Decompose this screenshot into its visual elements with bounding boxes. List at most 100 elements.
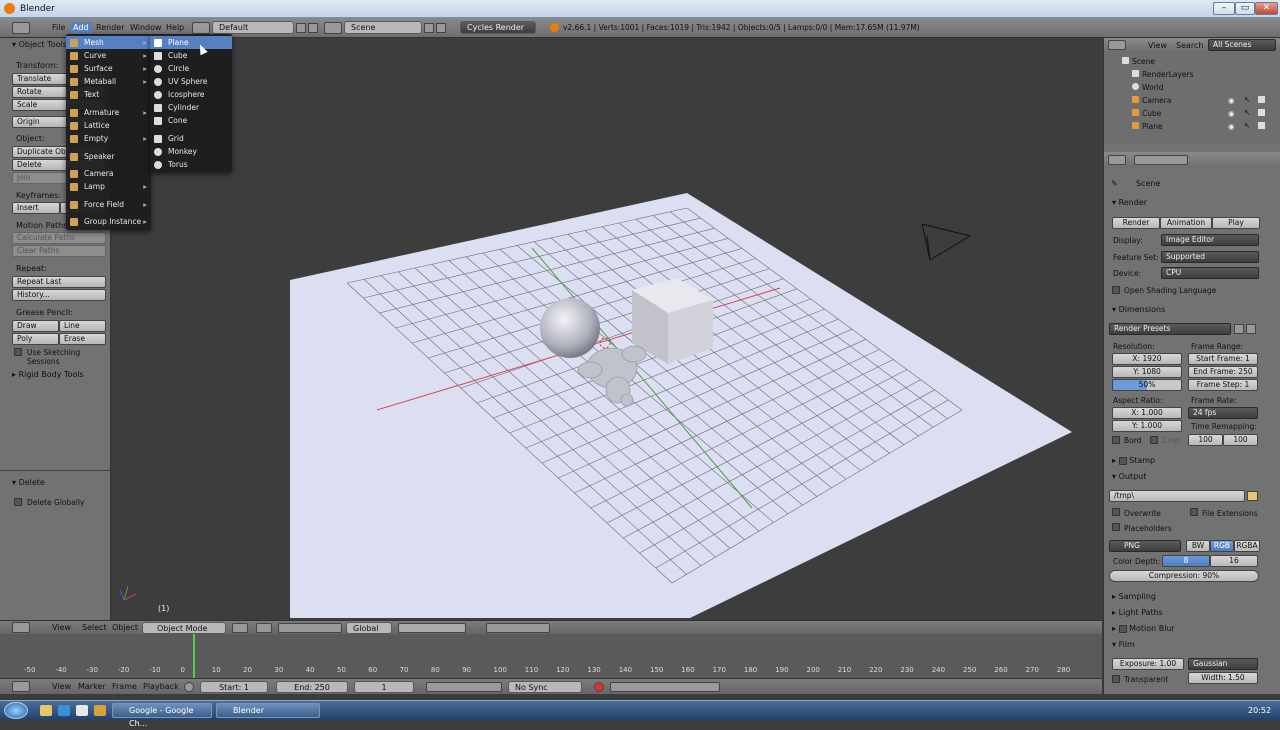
viewport-scene[interactable] [112,38,1102,620]
poly-button[interactable]: Poly [12,333,59,345]
outliner[interactable]: View Search All Scenes Scene RenderLayer… [1104,38,1280,145]
start-frame-field[interactable]: Start: 1 [200,681,268,693]
render-camera-icon[interactable] [1258,122,1265,129]
repeat-last-button[interactable]: Repeat Last [12,276,106,288]
transparent-checkbox[interactable] [1112,675,1120,683]
menu-add[interactable]: Add [70,22,92,33]
transform-orientation-dropdown[interactable]: Global [346,622,392,634]
quick-launch-icon[interactable] [76,705,88,716]
shading-mode-icon[interactable] [232,623,248,633]
border-checkbox[interactable] [1112,436,1120,444]
timeline-menu-playback[interactable]: Playback [143,682,179,691]
remap-new-field[interactable]: 100 [1223,434,1258,446]
compression-slider[interactable]: Compression: 90% [1109,570,1259,582]
sync-mode-dropdown[interactable]: No Sync [508,681,582,693]
manipulator-icon[interactable] [278,623,342,633]
display-dropdown[interactable]: Image Editor [1161,234,1259,246]
render-camera-icon[interactable] [1258,109,1265,116]
outliner-row-plane[interactable]: Plane ◉ ↖ [1104,120,1280,133]
osl-checkbox[interactable] [1112,286,1120,294]
resolution-percent-slider[interactable]: 50% [1112,379,1182,391]
file-format-dropdown[interactable]: PNG [1109,540,1181,552]
quick-launch-icon[interactable] [94,705,106,716]
add-menu-curve[interactable]: Curve ▸ [66,49,151,62]
delete-globally-checkbox[interactable] [14,498,22,506]
start-button[interactable] [4,702,28,719]
output-path-field[interactable]: /tmp\ [1109,490,1245,502]
render-presets-dropdown[interactable]: Render Presets [1109,323,1231,335]
add-menu-group-instance[interactable]: Group Instance ▸ [66,215,151,228]
visibility-eye-icon[interactable]: ◉ [1228,109,1235,118]
resolution-x-field[interactable]: X: 1920 [1112,353,1182,365]
outliner-row-world[interactable]: World [1104,81,1280,94]
placeholders-checkbox[interactable] [1112,523,1120,531]
timeline-menu-frame[interactable]: Frame [112,682,137,691]
add-layout-icon[interactable] [296,23,306,33]
quick-launch-icon[interactable] [58,705,70,716]
outliner-row-cube[interactable]: Cube ◉ ↖ [1104,107,1280,120]
selectable-cursor-icon[interactable]: ↖ [1244,121,1250,130]
mesh-menu-grid[interactable]: Grid [150,132,232,145]
frame-rate-dropdown[interactable]: 24 fps [1188,407,1258,419]
3d-viewport[interactable]: (1) [112,38,1102,620]
device-dropdown[interactable]: CPU [1161,267,1259,279]
maximize-button[interactable]: ▭ [1235,2,1255,15]
add-menu-lamp[interactable]: Lamp ▸ [66,180,151,193]
screen-layout-icon[interactable] [192,22,210,34]
selectable-cursor-icon[interactable]: ↖ [1244,108,1250,117]
layers-icon[interactable] [398,623,466,633]
add-scene-icon[interactable] [424,23,434,33]
file-extensions-checkbox[interactable] [1190,508,1198,516]
sampling-panel-header[interactable]: ▸ Sampling [1112,592,1156,601]
crop-checkbox[interactable] [1150,436,1158,444]
outliner-row-scene[interactable]: Scene [1104,55,1280,68]
menu-file[interactable]: File [52,23,65,32]
remove-preset-icon[interactable] [1246,324,1256,334]
outliner-filter-dropdown[interactable]: All Scenes [1208,39,1276,51]
clear-paths-button[interactable]: Clear Paths [12,245,106,257]
mesh-menu-plane[interactable]: Plane [150,36,232,49]
render-engine-dropdown[interactable]: Cycles Render [460,21,536,34]
outliner-row-camera[interactable]: Camera ◉ ↖ [1104,94,1280,107]
add-menu-lattice[interactable]: Lattice [66,119,151,132]
render-panel-header[interactable]: ▾ Render [1112,198,1147,207]
rigid-body-tools-header[interactable]: ▸ Rigid Body Tools [12,370,110,382]
feature-set-dropdown[interactable]: Supported [1161,251,1259,263]
snap-icon[interactable] [486,623,550,633]
preview-range-icon[interactable] [184,682,194,692]
object-mode-dropdown[interactable]: Object Mode [142,622,226,634]
add-menu-metaball[interactable]: Metaball ▸ [66,75,151,88]
editor-type-icon[interactable] [1108,40,1126,50]
timeline-menu-view[interactable]: View [52,682,71,691]
menu-help[interactable]: Help [166,23,184,32]
quick-launch-icon[interactable] [40,705,52,716]
animation-button[interactable]: Animation [1160,217,1212,229]
resolution-y-field[interactable]: Y: 1080 [1112,366,1182,378]
depth-8-button[interactable]: 8 [1162,555,1210,567]
timeline-menu-marker[interactable]: Marker [78,682,106,691]
mesh-menu-cube[interactable]: Cube [150,49,232,62]
add-menu-empty[interactable]: Empty ▸ [66,132,151,145]
stamp-panel-header[interactable]: ▸ Stamp [1112,456,1155,465]
outliner-menu-view[interactable]: View [1148,41,1167,50]
viewport-menu-select[interactable]: Select [82,623,107,632]
scene-icon[interactable] [324,22,342,34]
editor-type-icon[interactable] [12,22,30,34]
minimize-button[interactable]: – [1213,2,1235,15]
viewport-menu-object[interactable]: Object [112,623,138,632]
motion-blur-panel-header[interactable]: ▸ Motion Blur [1112,624,1175,633]
overwrite-checkbox[interactable] [1112,508,1120,516]
pin-icon[interactable]: ✎ [1111,179,1118,188]
taskbar-item-chrome[interactable]: Google - Google Ch... [112,703,212,728]
aspect-x-field[interactable]: X: 1.000 [1112,407,1182,419]
end-frame-field[interactable]: End: 250 [276,681,348,693]
insert-keyframe-button[interactable]: Insert [12,202,60,214]
color-bw-button[interactable]: BW [1186,540,1210,552]
viewport-menu-view[interactable]: View [52,623,71,632]
taskbar-item-blender[interactable]: Blender [216,703,320,718]
operator-panel-header[interactable]: ▾ Delete [12,478,110,490]
play-button[interactable]: Play [1212,217,1260,229]
remove-layout-icon[interactable] [308,23,318,33]
tray-clock[interactable]: 20:52 [1248,706,1271,715]
screen-layout-field[interactable]: Default [212,21,294,34]
